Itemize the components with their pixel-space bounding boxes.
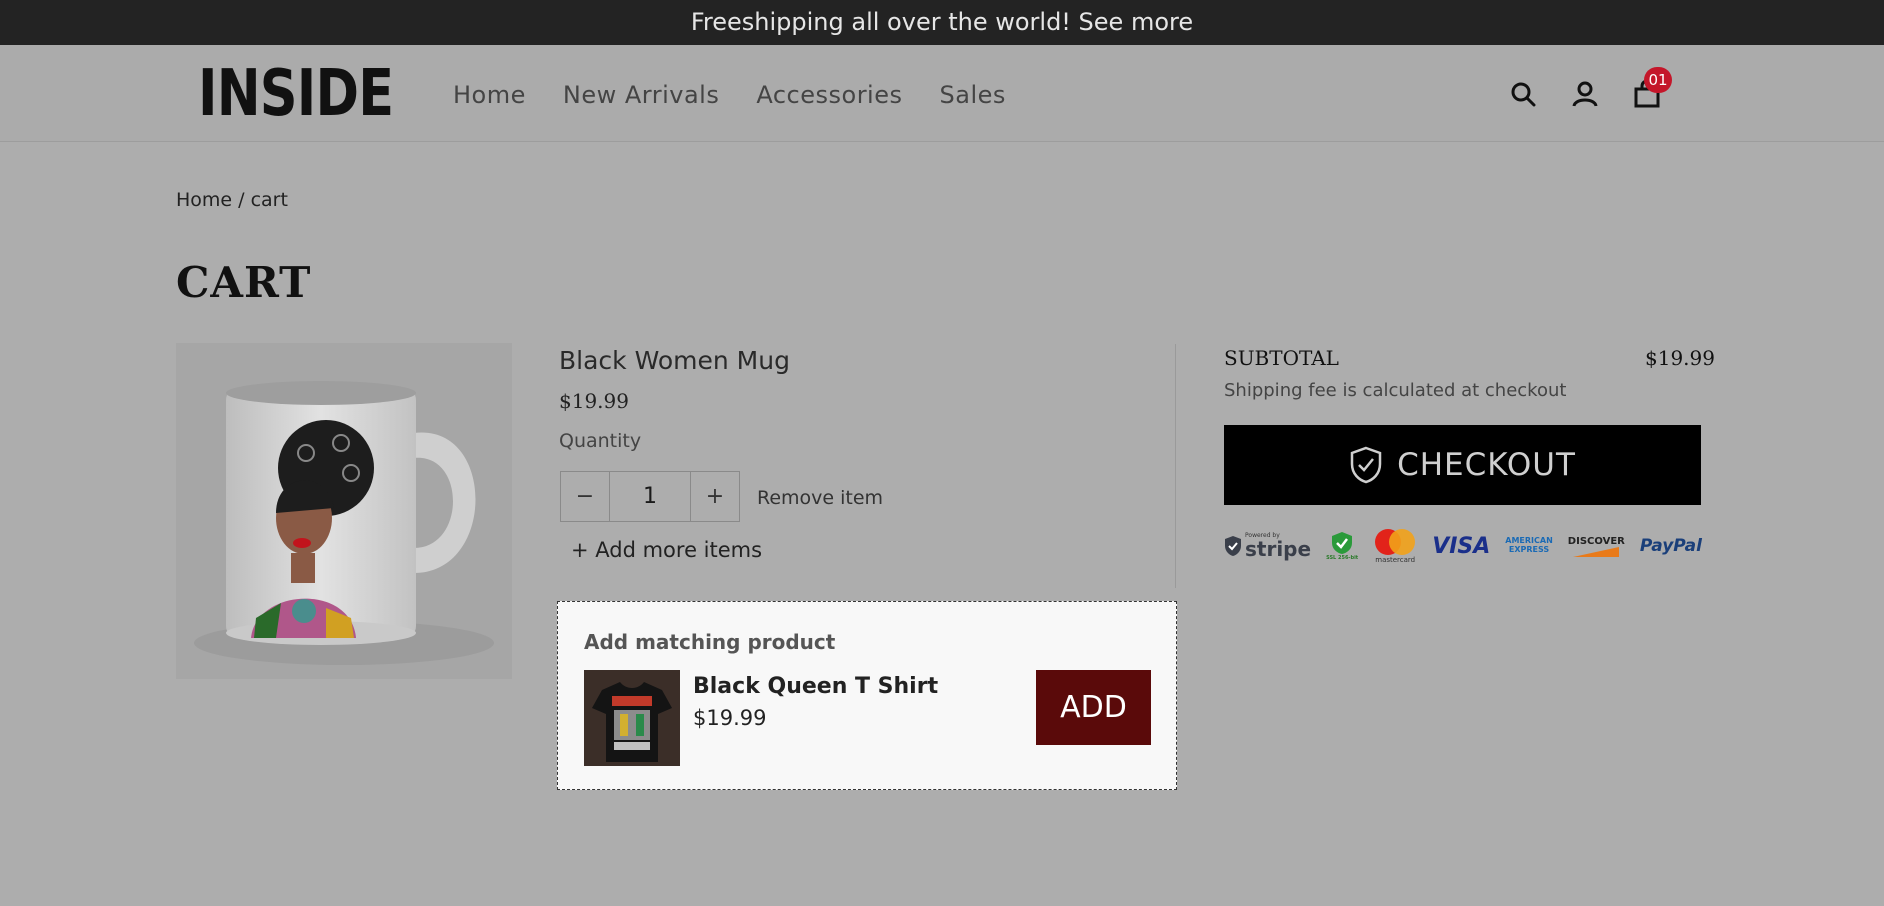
- nav-sales[interactable]: Sales: [940, 81, 1006, 109]
- ssl-text: SSL 256-bit: [1326, 555, 1359, 561]
- header-icons: [1510, 80, 1660, 108]
- product-image-mug[interactable]: [176, 343, 512, 679]
- mastercard-badge: mastercard: [1373, 528, 1417, 564]
- matching-product-title: Add matching product: [584, 630, 836, 654]
- brand-logo[interactable]: INSIDE: [198, 59, 394, 129]
- search-icon[interactable]: [1510, 80, 1536, 108]
- payment-methods: Powered by stripe SSL 256-bit mastercard…: [1224, 528, 1702, 564]
- matching-product-thumbnail[interactable]: [584, 670, 680, 766]
- cart-item-name[interactable]: Black Women Mug: [559, 346, 790, 375]
- user-icon[interactable]: [1572, 80, 1598, 108]
- amex-text-line2: EXPRESS: [1508, 545, 1550, 554]
- mastercard-logo-icon: [1375, 529, 1416, 555]
- subtotal-label: SUBTOTAL: [1224, 346, 1339, 370]
- nav-accessories[interactable]: Accessories: [756, 81, 902, 109]
- add-matching-product-button[interactable]: ADD: [1036, 670, 1151, 745]
- breadcrumb-separator: /: [232, 189, 251, 211]
- shield-check-icon: [1350, 446, 1382, 484]
- quantity-input[interactable]: 1: [609, 472, 691, 521]
- announcement-text[interactable]: Freeshipping all over the world! See mor…: [691, 8, 1193, 36]
- breadcrumb-home[interactable]: Home: [176, 189, 232, 211]
- discover-badge: DISCOVER: [1568, 536, 1625, 557]
- add-more-items-link[interactable]: + Add more items: [571, 538, 762, 562]
- ssl-badge: SSL 256-bit: [1326, 531, 1358, 561]
- breadcrumb: Home / cart: [176, 189, 288, 211]
- stripe-shield-icon: [1225, 536, 1241, 556]
- site-header: INSIDE Home New Arrivals Accessories Sal…: [0, 45, 1884, 142]
- checkout-label: CHECKOUT: [1397, 447, 1576, 483]
- cart-item-price: $19.99: [559, 389, 629, 413]
- matching-product-panel: Add matching product Black Queen T Shirt…: [557, 601, 1177, 790]
- discover-swoosh-icon: [1573, 546, 1620, 557]
- paypal-badge: PayPal: [1639, 536, 1702, 556]
- amex-badge: AMERICAN EXPRESS: [1505, 536, 1553, 555]
- page-title: CART: [176, 258, 312, 307]
- announcement-bar[interactable]: Freeshipping all over the world! See mor…: [0, 0, 1884, 45]
- quantity-decrease-button[interactable]: −: [561, 472, 609, 521]
- quantity-increase-button[interactable]: +: [691, 472, 739, 521]
- mastercard-text: mastercard: [1375, 556, 1416, 564]
- nav-new-arrivals[interactable]: New Arrivals: [563, 81, 719, 109]
- nav-home[interactable]: Home: [453, 81, 526, 109]
- column-divider: [1175, 344, 1176, 588]
- checkout-button[interactable]: CHECKOUT: [1224, 425, 1701, 505]
- cart-count-badge: 01: [1644, 67, 1672, 93]
- mug-illustration: [194, 381, 494, 665]
- visa-badge: VISA: [1432, 533, 1491, 559]
- subtotal-value: $19.99: [1645, 346, 1715, 370]
- tshirt-illustration: [584, 670, 680, 766]
- matching-product-price: $19.99: [693, 706, 767, 730]
- main-nav: Home New Arrivals Accessories Sales: [453, 81, 1006, 109]
- shipping-note: Shipping fee is calculated at checkout: [1224, 380, 1567, 401]
- ssl-shield-icon: [1332, 532, 1353, 554]
- stripe-badge: Powered by stripe: [1224, 533, 1311, 559]
- discover-text: DISCOVER: [1567, 535, 1625, 547]
- quantity-stepper: − 1 +: [560, 471, 740, 522]
- breadcrumb-current: cart: [250, 189, 288, 211]
- matching-product-name[interactable]: Black Queen T Shirt: [693, 674, 938, 699]
- remove-item-link[interactable]: Remove item: [757, 487, 883, 509]
- stripe-text: stripe: [1245, 537, 1312, 561]
- quantity-label: Quantity: [559, 430, 642, 452]
